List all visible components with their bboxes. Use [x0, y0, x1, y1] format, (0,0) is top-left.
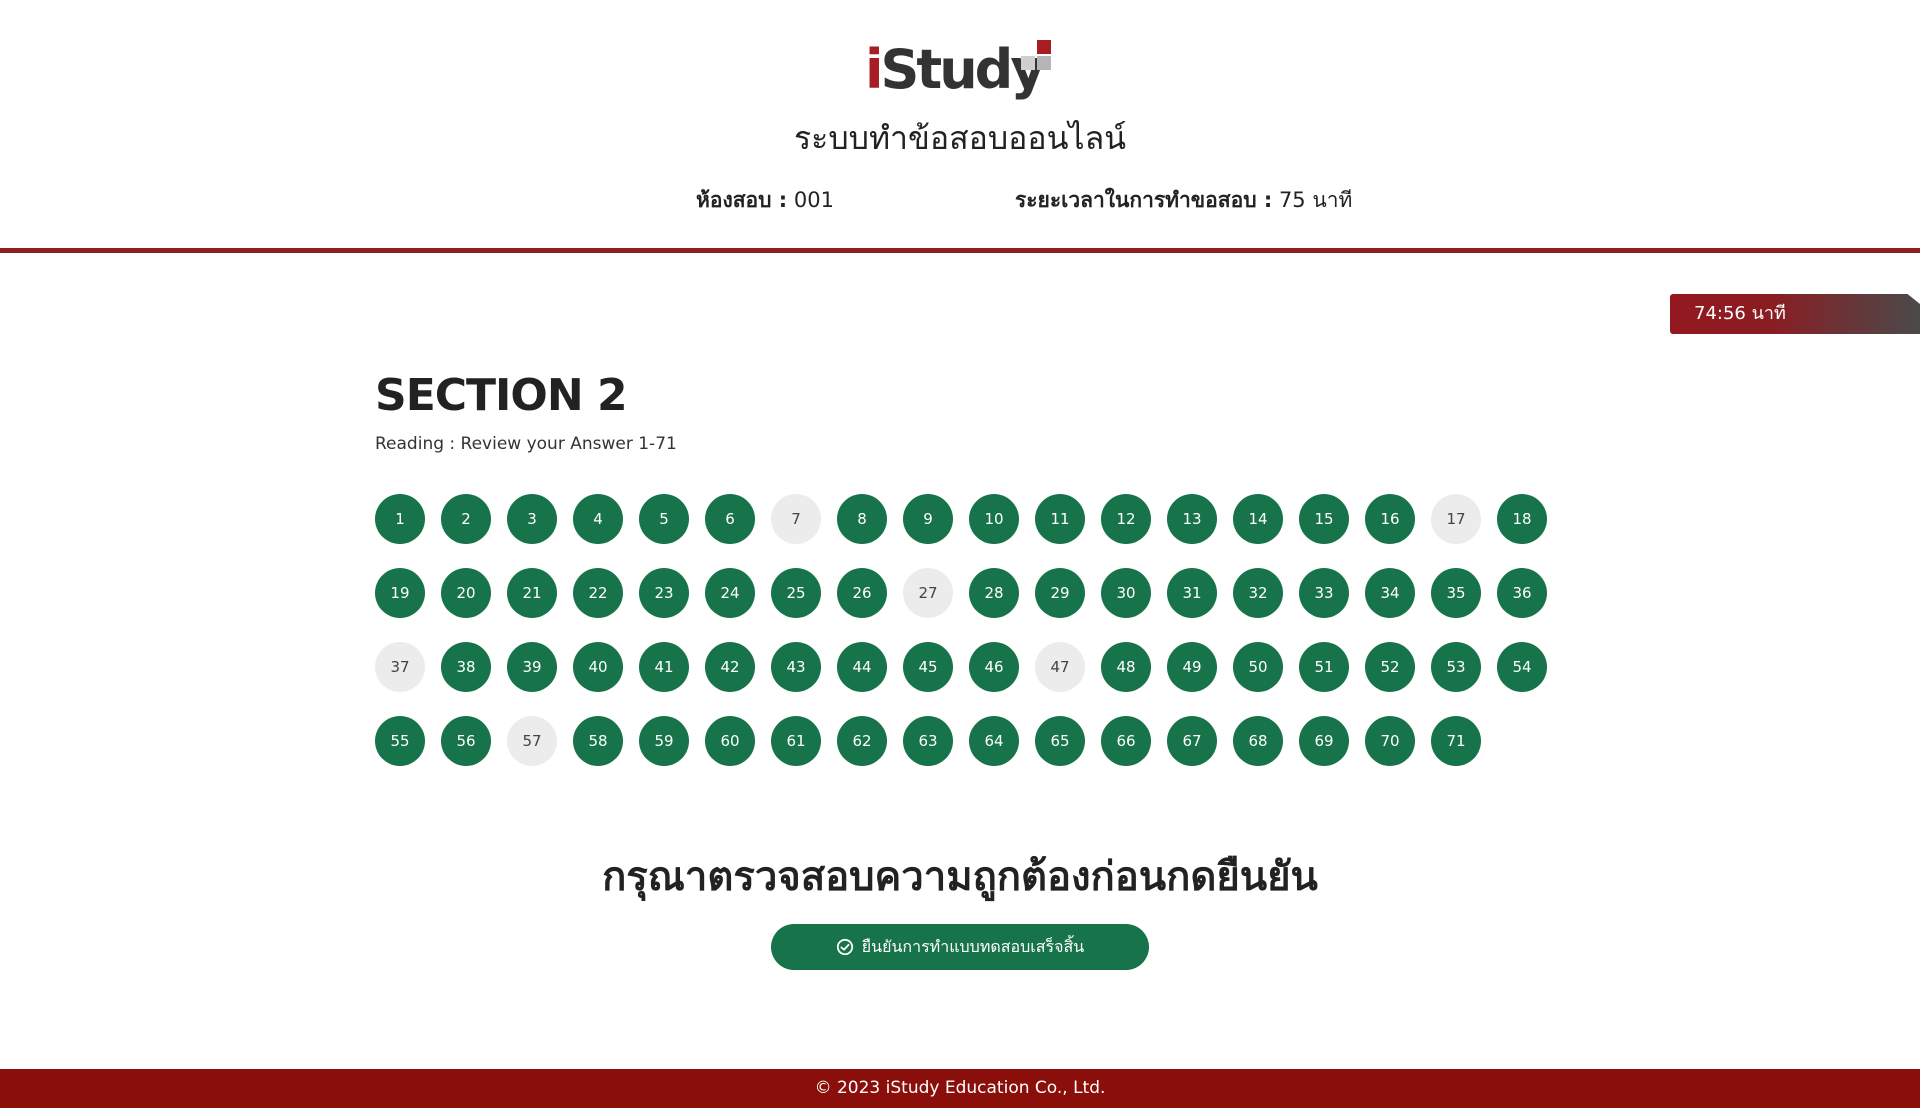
confirm-button-label: ยืนยันการทำแบบทดสอบเสร็จสิ้น [861, 936, 1085, 956]
question-button-35[interactable]: 35 [1431, 568, 1481, 618]
header-divider [0, 248, 1920, 253]
confirm-submit-button[interactable]: ยืนยันการทำแบบทดสอบเสร็จสิ้น [771, 924, 1149, 970]
question-button-55[interactable]: 55 [375, 716, 425, 766]
section-subtitle: Reading : Review your Answer 1-71 [375, 434, 677, 454]
check-circle-icon [836, 938, 853, 956]
question-button-26[interactable]: 26 [837, 568, 887, 618]
question-button-67[interactable]: 67 [1167, 716, 1217, 766]
page-footer: © 2023 iStudy Education Co., Ltd. [0, 1069, 1920, 1108]
question-button-33[interactable]: 33 [1299, 568, 1349, 618]
question-button-42[interactable]: 42 [705, 642, 755, 692]
question-button-3[interactable]: 3 [507, 494, 557, 544]
question-button-71[interactable]: 71 [1431, 716, 1481, 766]
question-button-10[interactable]: 10 [969, 494, 1019, 544]
question-button-32[interactable]: 32 [1233, 568, 1283, 618]
question-button-14[interactable]: 14 [1233, 494, 1283, 544]
exam-room-label: ห้องสอบ : [696, 188, 788, 212]
question-button-8[interactable]: 8 [837, 494, 887, 544]
question-button-68[interactable]: 68 [1233, 716, 1283, 766]
question-button-47[interactable]: 47 [1035, 642, 1085, 692]
question-button-9[interactable]: 9 [903, 494, 953, 544]
question-button-56[interactable]: 56 [441, 716, 491, 766]
exam-room-value: 001 [793, 188, 834, 212]
exam-duration-value: 75 นาที [1278, 188, 1353, 212]
question-button-43[interactable]: 43 [771, 642, 821, 692]
question-button-62[interactable]: 62 [837, 716, 887, 766]
confirm-message: กรุณาตรวจสอบความถูกต้องก่อนกดยืนยัน [602, 854, 1318, 900]
exam-room-info: ห้องสอบ : 001 [696, 184, 834, 217]
section-title: SECTION 2 [375, 370, 628, 421]
question-button-4[interactable]: 4 [573, 494, 623, 544]
question-button-53[interactable]: 53 [1431, 642, 1481, 692]
question-button-46[interactable]: 46 [969, 642, 1019, 692]
question-button-29[interactable]: 29 [1035, 568, 1085, 618]
question-button-57[interactable]: 57 [507, 716, 557, 766]
question-button-69[interactable]: 69 [1299, 716, 1349, 766]
question-button-28[interactable]: 28 [969, 568, 1019, 618]
question-button-70[interactable]: 70 [1365, 716, 1415, 766]
question-button-38[interactable]: 38 [441, 642, 491, 692]
question-button-51[interactable]: 51 [1299, 642, 1349, 692]
question-button-44[interactable]: 44 [837, 642, 887, 692]
question-button-34[interactable]: 34 [1365, 568, 1415, 618]
question-button-66[interactable]: 66 [1101, 716, 1151, 766]
question-button-30[interactable]: 30 [1101, 568, 1151, 618]
exam-duration-info: ระยะเวลาในการทำขอสอบ : 75 นาที [1015, 184, 1352, 217]
page-header: iStudy ระบบทำข้อสอบออนไลน์ ห้องสอบ : 001… [0, 0, 1920, 250]
question-button-17[interactable]: 17 [1431, 494, 1481, 544]
logo-wordmark: iStudy [865, 38, 1046, 101]
istudy-logo: iStudy [865, 38, 1057, 102]
question-button-58[interactable]: 58 [573, 716, 623, 766]
question-button-54[interactable]: 54 [1497, 642, 1547, 692]
question-button-64[interactable]: 64 [969, 716, 1019, 766]
question-button-15[interactable]: 15 [1299, 494, 1349, 544]
question-button-36[interactable]: 36 [1497, 568, 1547, 618]
question-button-31[interactable]: 31 [1167, 568, 1217, 618]
question-button-61[interactable]: 61 [771, 716, 821, 766]
question-button-60[interactable]: 60 [705, 716, 755, 766]
question-button-24[interactable]: 24 [705, 568, 755, 618]
question-button-65[interactable]: 65 [1035, 716, 1085, 766]
question-button-11[interactable]: 11 [1035, 494, 1085, 544]
question-button-41[interactable]: 41 [639, 642, 689, 692]
question-button-18[interactable]: 18 [1497, 494, 1547, 544]
question-button-39[interactable]: 39 [507, 642, 557, 692]
question-button-7[interactable]: 7 [771, 494, 821, 544]
question-button-2[interactable]: 2 [441, 494, 491, 544]
question-button-6[interactable]: 6 [705, 494, 755, 544]
question-button-22[interactable]: 22 [573, 568, 623, 618]
question-button-52[interactable]: 52 [1365, 642, 1415, 692]
question-button-19[interactable]: 19 [375, 568, 425, 618]
question-button-5[interactable]: 5 [639, 494, 689, 544]
question-button-63[interactable]: 63 [903, 716, 953, 766]
question-button-16[interactable]: 16 [1365, 494, 1415, 544]
countdown-timer: 74:56 นาที [1670, 294, 1920, 334]
question-button-27[interactable]: 27 [903, 568, 953, 618]
question-button-1[interactable]: 1 [375, 494, 425, 544]
question-button-48[interactable]: 48 [1101, 642, 1151, 692]
logo-square-light [1021, 56, 1035, 70]
question-button-20[interactable]: 20 [441, 568, 491, 618]
question-button-25[interactable]: 25 [771, 568, 821, 618]
logo-square-red [1037, 40, 1051, 54]
question-button-59[interactable]: 59 [639, 716, 689, 766]
logo-square-grey [1037, 56, 1051, 70]
system-title: ระบบทำข้อสอบออนไลน์ [793, 119, 1127, 157]
footer-copyright: © 2023 iStudy Education Co., Ltd. [814, 1078, 1106, 1098]
question-button-40[interactable]: 40 [573, 642, 623, 692]
question-button-13[interactable]: 13 [1167, 494, 1217, 544]
question-button-50[interactable]: 50 [1233, 642, 1283, 692]
question-button-23[interactable]: 23 [639, 568, 689, 618]
question-button-45[interactable]: 45 [903, 642, 953, 692]
question-button-12[interactable]: 12 [1101, 494, 1151, 544]
exam-duration-label: ระยะเวลาในการทำขอสอบ : [1015, 188, 1273, 212]
question-button-37[interactable]: 37 [375, 642, 425, 692]
question-button-49[interactable]: 49 [1167, 642, 1217, 692]
question-button-21[interactable]: 21 [507, 568, 557, 618]
